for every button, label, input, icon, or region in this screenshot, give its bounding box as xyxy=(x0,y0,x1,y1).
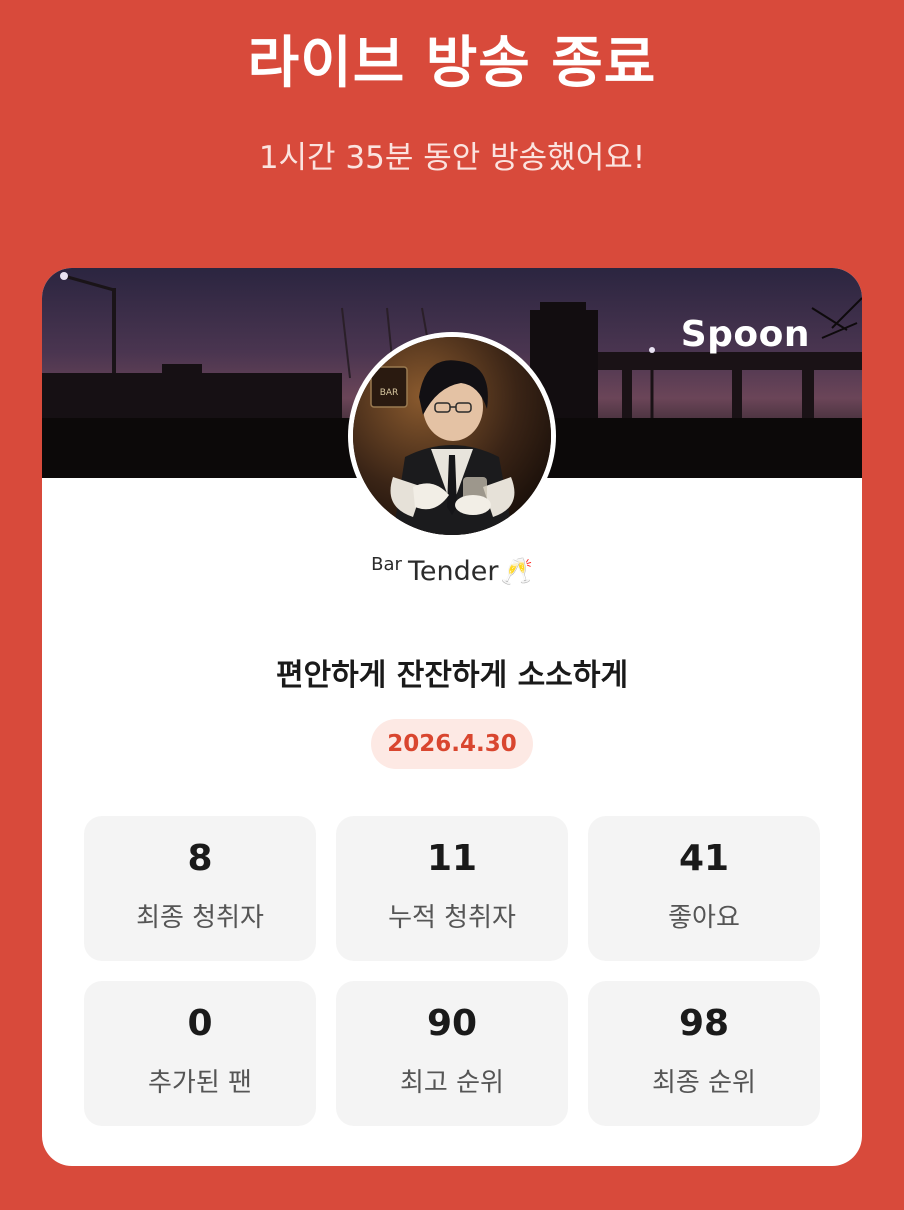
champagne-glasses-icon: 🥂 xyxy=(500,557,533,587)
broadcast-summary-card: Spoon BAR Bar Tender🥂 편안하게 잔잔하게 소소하게 202… xyxy=(42,268,862,1166)
dj-nickname[interactable]: Bar Tender🥂 xyxy=(42,554,862,587)
dj-avatar[interactable]: BAR xyxy=(348,332,556,540)
spoon-logo: Spoon xyxy=(680,314,810,355)
stat-final-listeners: 8 최종 청취자 xyxy=(84,816,316,961)
nickname-main: Tender xyxy=(407,556,499,587)
stat-label: 좋아요 xyxy=(668,903,740,933)
nickname-prefix: Bar xyxy=(371,554,402,575)
stat-value: 98 xyxy=(678,1003,730,1044)
broadcast-title: 편안하게 잔잔하게 소소하게 xyxy=(275,658,629,693)
stat-label: 최종 순위 xyxy=(652,1068,756,1098)
stat-label: 최종 청취자 xyxy=(136,903,264,933)
stat-value: 90 xyxy=(426,1003,478,1044)
dj-profile-avatar-icon: BAR xyxy=(353,337,551,535)
stat-label: 누적 청취자 xyxy=(388,903,516,933)
stat-highest-rank: 90 최고 순위 xyxy=(336,981,568,1126)
stat-value: 11 xyxy=(426,838,478,879)
stat-value: 0 xyxy=(187,1003,213,1044)
stat-value: 8 xyxy=(187,838,213,879)
stat-label: 추가된 팬 xyxy=(148,1068,252,1098)
stat-label: 최고 순위 xyxy=(400,1068,504,1098)
stat-new-fans: 0 추가된 팬 xyxy=(84,981,316,1126)
stat-final-rank: 98 최종 순위 xyxy=(588,981,820,1126)
stat-value: 41 xyxy=(678,838,730,879)
svg-text:BAR: BAR xyxy=(380,388,399,398)
broadcast-duration: 1시간 35분 동안 방송했어요! xyxy=(258,140,646,176)
live-end-screen: 라이브 방송 종료 1시간 35분 동안 방송했어요! Spoon BAR Ba… xyxy=(0,0,904,1210)
stat-likes: 41 좋아요 xyxy=(588,816,820,961)
broadcast-stats-grid: 8 최종 청취자 11 누적 청취자 41 좋아요 0 추가된 팬 90 최고 … xyxy=(84,816,820,1126)
broadcast-date-badge: 2026.4.30 xyxy=(371,719,533,769)
stat-total-listeners: 11 누적 청취자 xyxy=(336,816,568,961)
page-title: 라이브 방송 종료 xyxy=(247,31,657,96)
